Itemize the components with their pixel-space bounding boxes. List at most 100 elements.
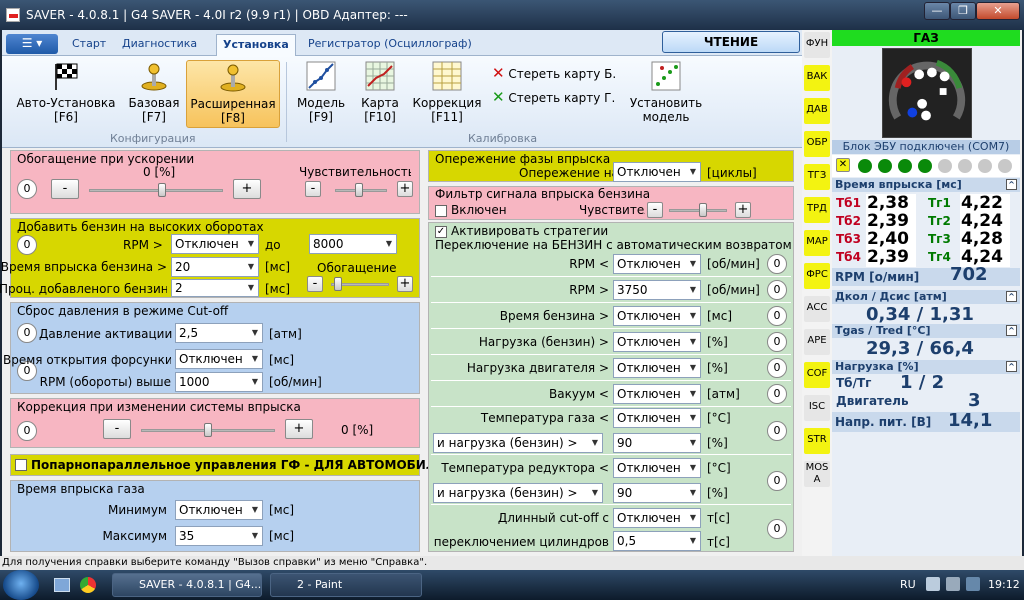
app-icon[interactable]	[6, 8, 20, 22]
cutoff-rpm-select[interactable]: 1000 ▼	[175, 372, 263, 392]
high-rpm-plus-button[interactable]: +	[397, 276, 413, 292]
gas-time-max-select[interactable]: 35 ▼	[175, 526, 263, 546]
collapse-icon[interactable]: ^	[1006, 325, 1017, 336]
gas-time-min-select[interactable]: Отключен ▼	[175, 500, 263, 520]
auto-setup-button[interactable]: Авто-Установка [F6]	[12, 60, 120, 124]
vtab-тгз[interactable]: ТГЗ	[804, 164, 830, 190]
slider-thumb[interactable]	[334, 277, 342, 291]
filter-slider[interactable]	[669, 203, 727, 217]
inj-corr-minus-button[interactable]: -	[103, 419, 131, 439]
high-rpm-to-select[interactable]: 8000 ▼	[309, 234, 397, 254]
led-2	[878, 159, 892, 173]
vtab-isc[interactable]: ISC	[804, 395, 830, 421]
vtab-мар[interactable]: МАР	[804, 230, 830, 256]
filter-plus-button[interactable]: +	[735, 202, 751, 218]
close-button[interactable]: ✕	[976, 2, 1020, 20]
taskbar-app-saver-label: SAVER - 4.0.8.1 | G4...	[139, 578, 262, 591]
collapse-icon[interactable]: ^	[1006, 179, 1017, 190]
phase-select[interactable]: Отключен ▼	[613, 162, 701, 182]
strategy-row-select[interactable]: 3750 ▼	[613, 280, 701, 300]
accel-slider[interactable]	[89, 183, 223, 197]
high-rpm-slider[interactable]	[331, 277, 389, 291]
cutoff-time-select[interactable]: Отключен ▼	[175, 349, 263, 369]
vtab-cof[interactable]: COF	[804, 362, 830, 388]
advanced-setup-button[interactable]: Расширенная [F8]	[186, 60, 280, 128]
strategy-row-select[interactable]: Отключен ▼	[613, 254, 701, 274]
high-rpm-minus-button[interactable]: -	[307, 276, 323, 292]
erase-map-b-label: Стереть карту Б.	[508, 67, 617, 81]
gas-temp-sub-value[interactable]: 90 ▼	[613, 433, 701, 453]
gas-temp-unit: [°C]	[707, 411, 731, 425]
vtab-вак[interactable]: ВАК	[804, 65, 830, 91]
reducer-temp-select[interactable]: Отключен ▼	[613, 458, 701, 478]
vtab-аре[interactable]: АРЕ	[804, 329, 830, 355]
gas-temp-select[interactable]: Отключен ▼	[613, 408, 701, 428]
strategy-activate-checkbox[interactable]: ✓	[435, 226, 447, 238]
vtab-str[interactable]: STR	[804, 428, 830, 454]
show-desktop-icon[interactable]	[54, 578, 70, 592]
correction-button[interactable]: Коррекция [F11]	[410, 60, 484, 124]
slider-thumb[interactable]	[158, 183, 166, 197]
vtab-фрс[interactable]: ФРС	[804, 263, 830, 289]
accel-sens-minus-button[interactable]: -	[305, 181, 321, 197]
slider-thumb[interactable]	[699, 203, 707, 217]
long-cutoff-sub-select[interactable]: 0,5 ▼	[613, 531, 701, 551]
reducer-temp-sub-value[interactable]: 90 ▼	[613, 483, 701, 503]
read-button[interactable]: ЧТЕНИЕ	[662, 31, 800, 53]
high-rpm-rpm-select[interactable]: Отключен ▼	[171, 234, 259, 254]
filter-minus-button[interactable]: -	[647, 202, 663, 218]
strategy-row-select[interactable]: Отключен ▼	[613, 358, 701, 378]
vtab-трд[interactable]: ТРД	[804, 197, 830, 223]
volume-icon[interactable]	[946, 577, 960, 591]
high-rpm-time-select[interactable]: 20 ▼	[171, 257, 259, 277]
app-menu-button[interactable]: ☰ ▾	[6, 34, 58, 54]
slider-thumb[interactable]	[355, 183, 363, 197]
accel-sens-slider[interactable]	[335, 183, 387, 197]
strategy-row-select[interactable]: Отключен ▼	[613, 332, 701, 352]
vtab-дав[interactable]: ДАВ	[804, 98, 830, 124]
vtab-обр[interactable]: ОБР	[804, 131, 830, 157]
slider-thumb[interactable]	[204, 423, 212, 437]
start-button[interactable]	[3, 570, 39, 600]
accel-sens-plus-button[interactable]: +	[397, 181, 413, 197]
vtab-фун[interactable]: ФУН	[804, 32, 830, 58]
strategy-row-select[interactable]: Отключен ▼	[613, 384, 701, 404]
cutoff-press-select[interactable]: 2,5 ▼	[175, 323, 263, 343]
tab-setup[interactable]: Установка	[216, 34, 296, 56]
basic-setup-button[interactable]: Базовая [F7]	[124, 60, 184, 124]
collapse-icon[interactable]: ^	[1006, 361, 1017, 372]
minimize-button[interactable]: —	[924, 2, 950, 20]
network-icon[interactable]	[926, 577, 940, 591]
maximize-button[interactable]: ❐	[950, 2, 976, 20]
language-indicator[interactable]: RU	[900, 578, 916, 591]
tab-start[interactable]: Старт	[66, 34, 112, 56]
vtab-mos-a[interactable]: MOS A	[804, 461, 830, 487]
erase-map-g-button[interactable]: ✕ Стереть карту Г.	[492, 88, 615, 106]
model-button[interactable]: Модель [F9]	[294, 60, 348, 124]
accel-minus-button[interactable]: -	[51, 179, 79, 199]
status-panel: ГАЗ Блок ЭБУ подключен (COM7) ✕ Время вп…	[832, 30, 1020, 556]
filter-enable-checkbox[interactable]	[435, 205, 447, 217]
collapse-icon[interactable]: ^	[1006, 291, 1017, 302]
tab-recorder[interactable]: Регистратор (Осциллограф)	[302, 34, 478, 56]
taskbar-app-saver[interactable]: SAVER - 4.0.8.1 | G4...	[112, 573, 262, 597]
tray-icon[interactable]	[966, 577, 980, 591]
taskbar-app-paint[interactable]: 2 - Paint	[270, 573, 422, 597]
vtab-асс[interactable]: АСС	[804, 296, 830, 322]
high-rpm-pct-select[interactable]: 2 ▼	[171, 279, 259, 297]
tab-diagnostics[interactable]: Диагностика	[116, 34, 203, 56]
accel-plus-button[interactable]: +	[233, 179, 261, 199]
install-model-button[interactable]: Установить модель	[626, 60, 706, 124]
warning-icon[interactable]: ✕	[836, 158, 850, 172]
reducer-temp-sub-select[interactable]: и нагрузка (бензин) > ▼	[433, 483, 603, 503]
strategy-row-select[interactable]: Отключен ▼	[613, 306, 701, 326]
inj-corr-plus-button[interactable]: +	[285, 419, 313, 439]
inj-corr-slider[interactable]	[141, 423, 275, 437]
erase-map-b-button[interactable]: ✕ Стереть карту Б.	[492, 64, 616, 82]
inj-correction-panel: Коррекция при изменении системы впрыска …	[10, 398, 420, 448]
gas-temp-sub-select[interactable]: и нагрузка (бензин) > ▼	[433, 433, 603, 453]
map-button[interactable]: Карта [F10]	[356, 60, 404, 124]
long-cutoff-select[interactable]: Отключен ▼	[613, 508, 701, 528]
browser-icon[interactable]	[80, 577, 96, 593]
parallel-checkbox[interactable]	[15, 459, 27, 471]
